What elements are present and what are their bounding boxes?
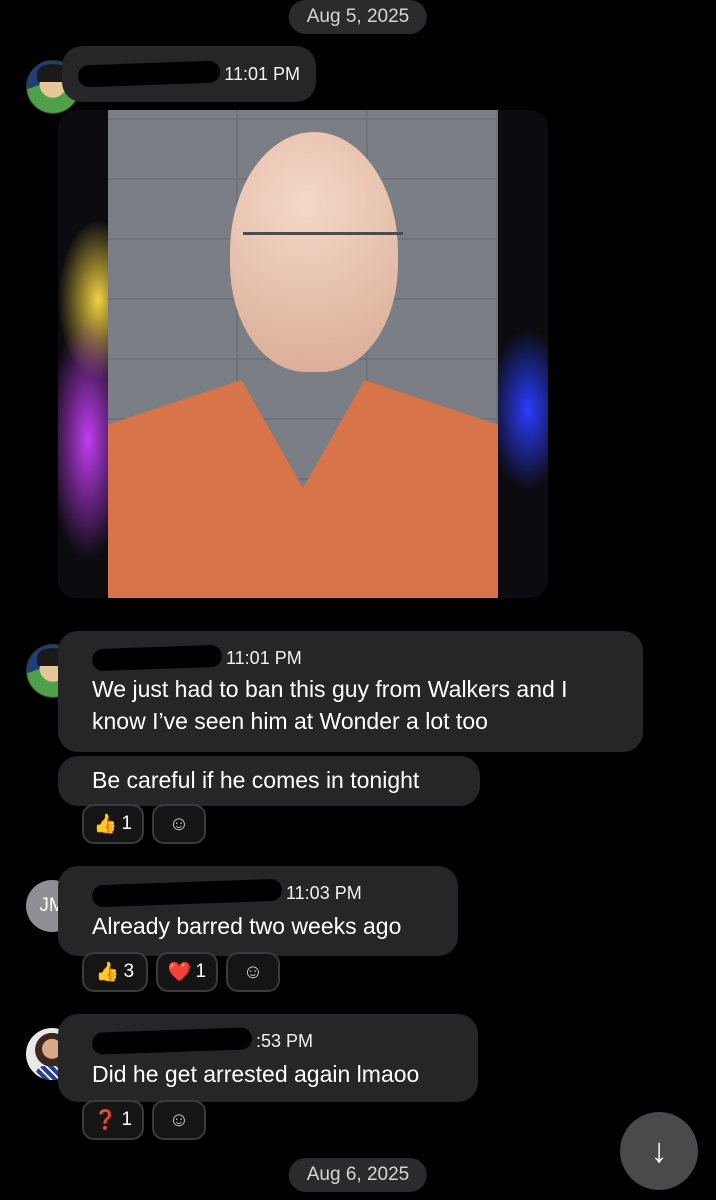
reaction-count: 1 — [195, 961, 207, 982]
photo-attachment[interactable] — [58, 110, 548, 598]
message-text: Already barred two weeks ago — [92, 913, 402, 939]
redacted-name — [91, 878, 283, 908]
reaction-count: 1 — [121, 1109, 133, 1130]
thumbs-up-icon: 👍 — [95, 962, 120, 983]
reaction-thumbs-up[interactable]: 👍 3 — [82, 952, 148, 992]
reaction-count: 1 — [121, 813, 133, 834]
message-text: Be careful if he comes in tonight — [92, 767, 420, 793]
add-reaction-button[interactable]: ☺ — [152, 1100, 206, 1140]
reaction-heart[interactable]: ❤️ 1 — [156, 952, 218, 992]
add-reaction-icon: ☺ — [242, 960, 264, 983]
message-time: 11:01 PM — [224, 63, 300, 84]
message-bubble[interactable]: 11:01 PM We just had to ban this guy fro… — [58, 631, 643, 752]
add-reaction-icon: ☺ — [168, 812, 190, 835]
redacted-name — [77, 60, 221, 88]
message-bubble[interactable]: :53 PM Did he get arrested again lmaoo — [58, 1014, 478, 1102]
message-header: 11:01 PM — [62, 46, 316, 102]
redacted-name — [91, 644, 223, 672]
date-separator: Aug 6, 2025 — [288, 1158, 428, 1192]
reaction-thumbs-up[interactable]: 👍 1 — [82, 804, 144, 844]
message-time: 11:01 PM — [226, 647, 302, 668]
arrow-down-icon: ↓ — [650, 1131, 668, 1170]
scroll-to-bottom-button[interactable]: ↓ — [620, 1112, 698, 1190]
add-reaction-button[interactable]: ☺ — [226, 952, 280, 992]
message-text: We just had to ban this guy from Walkers… — [92, 676, 568, 734]
add-reaction-icon: ☺ — [168, 1108, 190, 1131]
message-time: :53 PM — [256, 1030, 314, 1051]
redacted-name — [91, 1027, 253, 1055]
thumbs-up-icon: 👍 — [93, 814, 118, 835]
question-mark-icon: ❓ — [93, 1110, 118, 1131]
add-reaction-button[interactable]: ☺ — [152, 804, 206, 844]
message-bubble[interactable]: Be careful if he comes in tonight — [58, 756, 480, 806]
date-separator: Aug 5, 2025 — [288, 0, 428, 34]
reaction-count: 3 — [123, 961, 135, 982]
heart-icon: ❤️ — [167, 962, 192, 983]
message-time: 11:03 PM — [286, 882, 362, 903]
reaction-question[interactable]: ❓ 1 — [82, 1100, 144, 1140]
mugshot-image — [108, 110, 498, 598]
message-text: Did he get arrested again lmaoo — [92, 1061, 420, 1087]
message-bubble[interactable]: 11:03 PM Already barred two weeks ago — [58, 866, 458, 956]
